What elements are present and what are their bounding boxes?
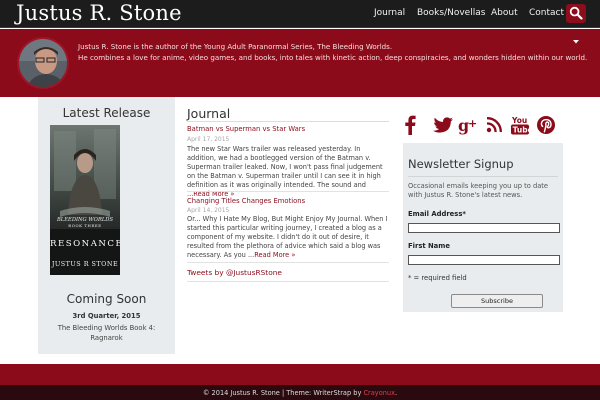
post-divider [187, 191, 389, 192]
newsletter-panel: Newsletter Signup Occasional emails keep… [403, 143, 563, 312]
nav-books-novellas[interactable]: Books/Novellas [417, 8, 485, 18]
rss-icon[interactable] [485, 114, 503, 136]
page: Justus R. Stone Journal Books/Novellas A… [0, 0, 600, 400]
author-banner: Justus R. Stone is the author of the You… [0, 29, 600, 97]
svg-text:+: + [468, 117, 477, 130]
bio-line-1: Justus R. Stone is the author of the You… [78, 42, 393, 51]
twitter-icon[interactable] [432, 114, 454, 136]
required-field-note: * = required field [408, 274, 467, 282]
chevron-down-icon [573, 29, 579, 48]
email-field[interactable] [408, 223, 560, 233]
coming-soon-description: The Bleeding Worlds Book 4: Ragnarok [57, 324, 156, 342]
svg-text:You: You [511, 116, 527, 125]
journal-divider [187, 121, 389, 122]
newsletter-heading: Newsletter Signup [408, 157, 514, 171]
tweets-divider [187, 281, 389, 282]
theme-credit-link[interactable]: Crayonux [363, 389, 395, 397]
bio-line-2: He combines a love for anime, video game… [78, 53, 588, 62]
post-title-link[interactable]: Batman vs Superman vs Star Wars [187, 125, 305, 133]
book-cover-art [50, 125, 120, 275]
nav-contact[interactable]: Contact [529, 8, 564, 18]
svg-text:Tube: Tube [513, 126, 530, 135]
post-date: April 17, 2015 [187, 136, 230, 143]
book-cover-resonance[interactable]: BLEEDING WORLDS BOOK THREE RESONANCE JUS… [50, 125, 120, 275]
nav-journal[interactable]: Journal [374, 8, 405, 18]
post-excerpt: Or... Why I Hate My Blog, But Might Enjo… [187, 215, 389, 260]
post-divider [187, 262, 389, 263]
post-title-link[interactable]: Changing Titles Changes Emotions [187, 197, 305, 205]
tweets-by-link[interactable]: Tweets by @JustusRStone [187, 268, 282, 277]
nav-about[interactable]: About [491, 8, 518, 18]
cover-title-text: RESONANCE [50, 239, 120, 249]
top-navbar: Justus R. Stone Journal Books/Novellas A… [0, 0, 600, 28]
first-name-label: First Name [408, 242, 450, 250]
email-label: Email Address* [408, 210, 466, 218]
cover-author-text: JUSTUS R STONE [51, 260, 119, 268]
journal-heading: Journal [187, 106, 231, 121]
subscribe-button[interactable]: Subscribe [451, 294, 543, 308]
youtube-icon[interactable]: YouTube [510, 114, 533, 136]
newsletter-divider [408, 176, 558, 177]
search-icon [569, 6, 583, 20]
search-button[interactable] [566, 4, 586, 23]
latest-release-panel: Latest Release BLEEDING WORLDS BOOK THRE… [38, 97, 175, 354]
first-name-field[interactable] [408, 255, 560, 265]
latest-release-heading: Latest Release [62, 106, 151, 120]
post-date: April 14, 2015 [187, 207, 230, 214]
footer-credits: © 2014 Justus R. Stone | Theme: WriterSt… [0, 389, 600, 397]
footer-end: . [395, 389, 398, 397]
author-avatar [17, 37, 69, 89]
footer-band [0, 364, 600, 385]
author-bio: Justus R. Stone is the author of the You… [78, 41, 588, 63]
google-plus-icon[interactable]: g + [458, 114, 480, 136]
read-more-link[interactable]: Read More » [254, 251, 295, 259]
facebook-icon[interactable] [403, 114, 417, 136]
cover-subtitle-text: BOOK THREE [68, 223, 102, 228]
newsletter-description: Occasional emails keeping you up to date… [408, 182, 549, 199]
coming-soon-date: 3rd Quarter, 2015 [72, 312, 141, 320]
coming-soon-heading: Coming Soon [66, 292, 147, 306]
site-title[interactable]: Justus R. Stone [16, 1, 182, 25]
pinterest-icon[interactable] [536, 114, 556, 136]
footer-copyright: © 2014 Justus R. Stone | Theme: WriterSt… [202, 389, 364, 397]
